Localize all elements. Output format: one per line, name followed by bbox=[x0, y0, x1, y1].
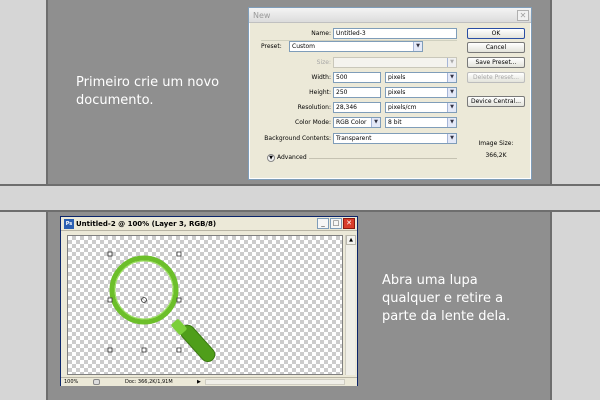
width-label: Width: bbox=[311, 74, 331, 81]
advanced-label[interactable]: Advanced bbox=[277, 153, 307, 163]
dialog-close-button[interactable]: ✕ bbox=[517, 10, 529, 21]
maximize-button[interactable]: □ bbox=[330, 218, 342, 229]
document-size: Doc: 366,2K/1,91M bbox=[125, 379, 173, 385]
width-unit-select[interactable]: pixels ▼ bbox=[385, 72, 457, 83]
chevron-down-icon: ▼ bbox=[371, 118, 380, 127]
chevron-down-icon: ▼ bbox=[447, 88, 456, 97]
document-canvas[interactable] bbox=[67, 235, 343, 375]
vertical-scrollbar[interactable]: ▲ bbox=[345, 235, 356, 375]
close-button[interactable]: ✕ bbox=[343, 218, 355, 229]
height-unit-select[interactable]: pixels ▼ bbox=[385, 87, 457, 98]
width-unit: pixels bbox=[388, 74, 406, 81]
advanced-toggle-icon[interactable]: ▼ bbox=[267, 154, 275, 162]
status-icon[interactable] bbox=[93, 379, 100, 385]
chevron-down-icon: ▼ bbox=[447, 58, 456, 67]
name-field[interactable]: Untitled-3 bbox=[333, 28, 457, 39]
photoshop-icon: Ps bbox=[64, 219, 74, 229]
color-mode-value: RGB Color bbox=[336, 119, 367, 126]
horizontal-scrollbar[interactable] bbox=[205, 379, 345, 385]
image-size-value: 366,2K bbox=[485, 152, 507, 159]
minimize-button[interactable]: _ bbox=[317, 218, 329, 229]
bit-depth-value: 8 bit bbox=[388, 119, 402, 126]
step2-caption: Abra uma lupa qualquer e retire a parte … bbox=[382, 273, 511, 324]
color-mode-label: Color Mode: bbox=[295, 119, 331, 126]
tutorial-slide: Primeiro crie um novo documento. Abra um… bbox=[0, 0, 600, 400]
background-contents-select[interactable]: Transparent ▼ bbox=[333, 133, 457, 144]
resolution-unit: pixels/cm bbox=[388, 104, 417, 111]
height-unit: pixels bbox=[388, 89, 406, 96]
width-field[interactable]: 500 bbox=[333, 72, 381, 83]
cancel-button[interactable]: Cancel bbox=[467, 42, 525, 53]
resolution-label: Resolution: bbox=[297, 104, 331, 111]
size-label: Size: bbox=[316, 59, 331, 66]
image-size-label: Image Size: bbox=[478, 140, 514, 147]
background-contents-label: Background Contents: bbox=[264, 135, 331, 142]
zoom-level[interactable]: 100% bbox=[64, 378, 78, 386]
resolution-field[interactable]: 28,346 bbox=[333, 102, 381, 113]
chevron-down-icon: ▼ bbox=[447, 118, 456, 127]
save-preset-button[interactable]: Save Preset... bbox=[467, 57, 525, 68]
middle-band bbox=[0, 184, 600, 212]
height-label: Height: bbox=[309, 89, 331, 96]
bit-depth-select[interactable]: 8 bit ▼ bbox=[385, 117, 457, 128]
status-bar: 100% Doc: 366,2K/1,91M ▶ bbox=[61, 377, 357, 386]
magnifier-graphic bbox=[107, 251, 216, 362]
advanced-divider bbox=[309, 158, 457, 159]
status-menu-arrow-icon[interactable]: ▶ bbox=[197, 378, 201, 386]
document-title-bar[interactable]: Ps Untitled-2 @ 100% (Layer 3, RGB/8) bbox=[61, 217, 357, 231]
ok-button[interactable]: OK bbox=[467, 28, 525, 39]
step1-caption: Primeiro crie um novo documento. bbox=[76, 75, 220, 108]
dialog-title: New bbox=[249, 8, 531, 23]
document-title: Untitled-2 @ 100% (Layer 3, RGB/8) bbox=[76, 220, 217, 228]
pivot-point bbox=[141, 297, 147, 303]
magnifier-icon bbox=[109, 255, 216, 362]
document-window: Ps Untitled-2 @ 100% (Layer 3, RGB/8) _ … bbox=[60, 216, 358, 386]
chevron-down-icon: ▼ bbox=[447, 134, 456, 143]
new-document-dialog: New ✕ Name: Untitled-3 Preset: Custom ▼ … bbox=[248, 7, 532, 180]
height-field[interactable]: 250 bbox=[333, 87, 381, 98]
size-select[interactable]: ▼ bbox=[333, 57, 457, 68]
device-central-button[interactable]: Device Central... bbox=[467, 96, 525, 107]
chevron-down-icon: ▼ bbox=[447, 73, 456, 82]
name-label: Name: bbox=[311, 30, 331, 37]
background-contents-value: Transparent bbox=[336, 135, 372, 142]
scroll-up-icon[interactable]: ▲ bbox=[346, 235, 356, 245]
chevron-down-icon: ▼ bbox=[447, 103, 456, 112]
resolution-unit-select[interactable]: pixels/cm ▼ bbox=[385, 102, 457, 113]
delete-preset-button[interactable]: Delete Preset... bbox=[467, 72, 525, 83]
color-mode-select[interactable]: RGB Color ▼ bbox=[333, 117, 381, 128]
